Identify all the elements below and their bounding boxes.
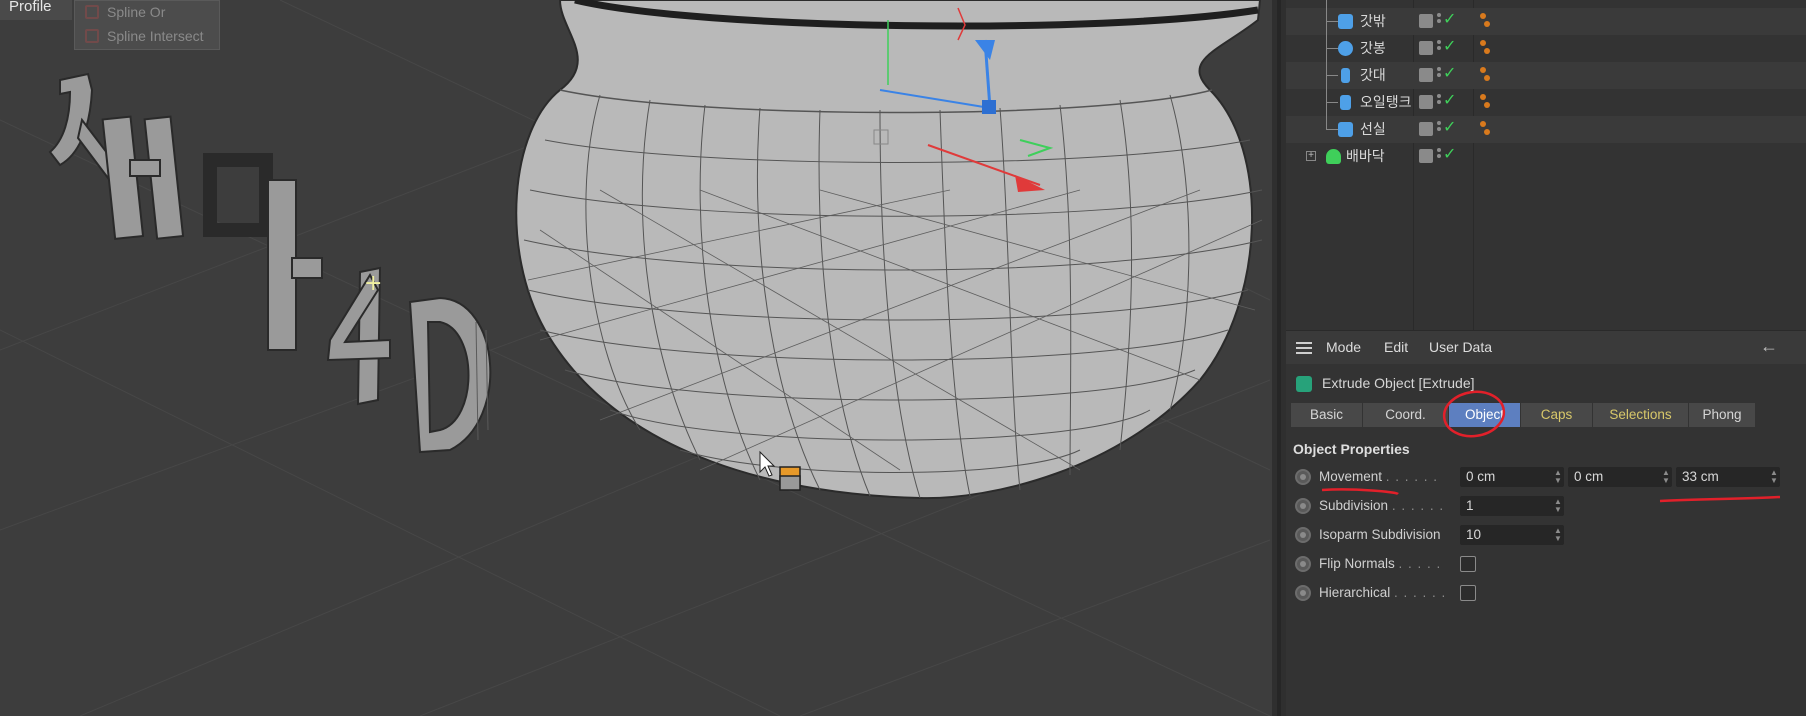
object-row-6[interactable]: + 배바닥 ✓	[1286, 143, 1806, 170]
object-row-2[interactable]: 갓봉 ✓	[1286, 35, 1806, 62]
flip-normals-checkbox[interactable]	[1460, 556, 1476, 572]
3d-viewport[interactable]: + Profile Spline Or Spline Intersect	[0, 0, 1272, 716]
object-manager: 갓밖 ✓ 갓봉 ✓ 갓대 ✓ 오일탱크 ✓ 선실 ✓ + 배바닥 ✓	[1286, 0, 1806, 330]
stepper-icon[interactable]: ▲ ▼	[1554, 498, 1562, 514]
prop-label: Subdivision	[1319, 498, 1389, 513]
viewport-canvas: +	[0, 0, 1271, 716]
pivot-cross: +	[364, 271, 382, 296]
menu-mode[interactable]: Mode	[1326, 339, 1361, 355]
menu-item-spline-intersect[interactable]: Spline Intersect	[83, 25, 204, 47]
spline-or-icon	[85, 5, 99, 19]
attribute-menubar: Mode Edit User Data ←	[1286, 330, 1806, 364]
object-name: 갓대	[1360, 67, 1386, 83]
vase-mesh	[515, 0, 1263, 500]
sphere-icon	[1338, 41, 1353, 56]
menu-edit[interactable]: Edit	[1384, 339, 1408, 355]
tab-selections[interactable]: Selections	[1593, 403, 1689, 427]
section-title: Object Properties	[1293, 441, 1410, 457]
cylinder-icon	[1341, 68, 1350, 83]
object-row-5[interactable]: 선실 ✓	[1286, 116, 1806, 143]
animate-radio-icon[interactable]	[1295, 556, 1311, 572]
movement-x-field[interactable]: 0 cm ▲ ▼	[1460, 467, 1564, 487]
stepper-icon[interactable]: ▲ ▼	[1662, 469, 1670, 485]
movement-z-field[interactable]: 33 cm ▲ ▼	[1676, 467, 1780, 487]
attribute-tabs: Basic Coord. Object Caps Selections Phon…	[1291, 403, 1756, 427]
animate-radio-icon[interactable]	[1295, 527, 1311, 543]
isoparm-field[interactable]: 10 ▲ ▼	[1460, 525, 1564, 545]
prop-label: Hierarchical	[1319, 585, 1391, 600]
object-name: 배바닥	[1346, 148, 1385, 164]
enabled-check-icon[interactable]: ✓	[1443, 36, 1456, 56]
right-panel: 갓밖 ✓ 갓봉 ✓ 갓대 ✓ 오일탱크 ✓ 선실 ✓ + 배바닥 ✓ Mode …	[1286, 0, 1806, 716]
cube-icon	[1338, 14, 1353, 29]
tab-object[interactable]: Object	[1449, 403, 1521, 427]
hamburger-menu-icon[interactable]	[1296, 342, 1312, 354]
prop-label: Movement	[1319, 469, 1383, 484]
enabled-check-icon[interactable]: ✓	[1443, 9, 1456, 29]
stepper-icon[interactable]: ▲ ▼	[1554, 527, 1562, 543]
object-row-4[interactable]: 오일탱크 ✓	[1286, 89, 1806, 116]
object-row-3[interactable]: 갓대 ✓	[1286, 62, 1806, 89]
tag-icon[interactable]	[1478, 119, 1492, 139]
capsule-icon	[1340, 95, 1351, 110]
tag-icon[interactable]	[1478, 38, 1492, 58]
animate-radio-icon[interactable]	[1295, 498, 1311, 514]
enabled-check-icon[interactable]: ✓	[1443, 90, 1456, 110]
prop-subdivision: Subdivision . . . . . . 1 ▲ ▼	[1286, 494, 1806, 518]
back-arrow-icon[interactable]: ←	[1760, 336, 1778, 357]
layer-flag-icon[interactable]	[1419, 41, 1433, 55]
stepper-icon[interactable]: ▲ ▼	[1554, 469, 1562, 485]
extrude-handle	[779, 466, 801, 491]
animate-radio-icon[interactable]	[1295, 469, 1311, 485]
layer-flag-icon[interactable]	[1419, 14, 1433, 28]
tag-icon[interactable]	[1478, 11, 1492, 31]
spline-popup-menu: Spline Or Spline Intersect	[74, 0, 220, 50]
tag-icon[interactable]	[1478, 65, 1492, 85]
object-row-1[interactable]: 갓밖 ✓	[1286, 8, 1806, 35]
spline-intersect-icon	[85, 29, 99, 43]
animate-radio-icon[interactable]	[1295, 585, 1311, 601]
prop-isoparm: Isoparm Subdivision 10 ▲ ▼	[1286, 523, 1806, 547]
prop-hierarchical: Hierarchical . . . . . .	[1286, 581, 1806, 605]
extrude-object-icon	[1296, 376, 1312, 392]
layer-flag-icon[interactable]	[1419, 95, 1433, 109]
stepper-icon[interactable]: ▲ ▼	[1770, 469, 1778, 485]
tab-basic[interactable]: Basic	[1291, 403, 1363, 427]
enabled-check-icon[interactable]: ✓	[1443, 144, 1456, 164]
enabled-check-icon[interactable]: ✓	[1443, 117, 1456, 137]
prop-label: Flip Normals	[1319, 556, 1395, 571]
movement-y-field[interactable]: 0 cm ▲ ▼	[1568, 467, 1672, 487]
tag-icon[interactable]	[1478, 92, 1492, 112]
prop-label: Isoparm Subdivision	[1319, 527, 1441, 542]
subdivision-field[interactable]: 1 ▲ ▼	[1460, 496, 1564, 516]
object-name: 오일탱크	[1360, 94, 1412, 110]
menu-profile[interactable]: Profile	[0, 0, 72, 20]
prop-movement: Movement . . . . . . 0 cm ▲ ▼ 0 cm ▲ ▼ 33 cm…	[1286, 465, 1806, 489]
menu-item-spline-or[interactable]: Spline Or	[83, 1, 165, 23]
object-name: 갓봉	[1360, 40, 1386, 56]
expand-toggle-icon[interactable]: +	[1306, 151, 1316, 161]
tab-phong[interactable]: Phong	[1689, 403, 1756, 427]
attribute-title: Extrude Object [Extrude]	[1322, 375, 1475, 391]
prop-flip-normals: Flip Normals . . . . .	[1286, 552, 1806, 576]
menu-user-data[interactable]: User Data	[1429, 339, 1492, 355]
panel-divider[interactable]	[1272, 0, 1286, 716]
extrude-object-icon	[1326, 149, 1341, 164]
3d-text-logo	[48, 72, 492, 454]
attribute-manager: Mode Edit User Data ← Extrude Object [Ex…	[1286, 330, 1806, 716]
tab-coord[interactable]: Coord.	[1363, 403, 1449, 427]
object-name: 선실	[1360, 121, 1386, 137]
cube-icon	[1338, 122, 1353, 137]
enabled-check-icon[interactable]: ✓	[1443, 63, 1456, 83]
layer-flag-icon[interactable]	[1419, 149, 1433, 163]
object-name: 갓밖	[1360, 13, 1386, 29]
layer-flag-icon[interactable]	[1419, 122, 1433, 136]
layer-flag-icon[interactable]	[1419, 68, 1433, 82]
hierarchical-checkbox[interactable]	[1460, 585, 1476, 601]
tab-caps[interactable]: Caps	[1521, 403, 1593, 427]
